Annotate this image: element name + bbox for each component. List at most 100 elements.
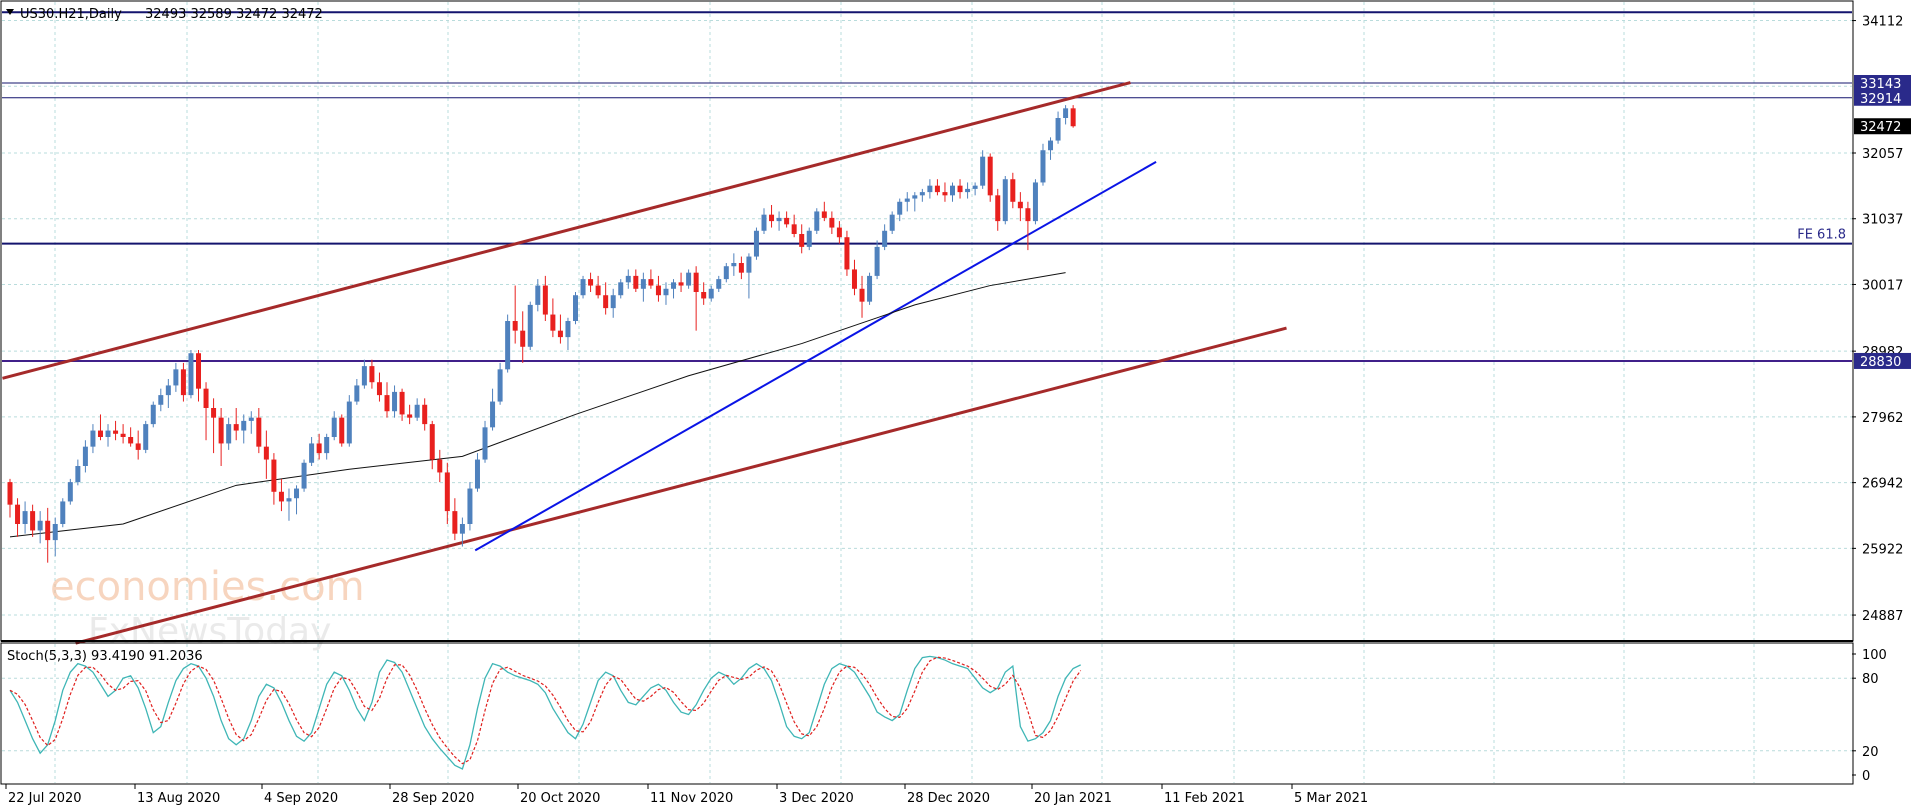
candle-body	[203, 388, 209, 408]
candle-body	[663, 288, 669, 296]
candle-body	[934, 185, 940, 193]
price-label-text: 32914	[1860, 92, 1901, 107]
stoch-tick-label: 80	[1862, 672, 1879, 687]
candle-body	[399, 391, 405, 415]
candle-body	[361, 366, 367, 386]
fe-level-label: FE 61.8	[1797, 228, 1846, 243]
price-label-text: 33143	[1860, 77, 1901, 92]
candle-body	[904, 198, 910, 202]
candle-body	[867, 275, 873, 302]
candle-body	[1048, 140, 1054, 151]
candle-body	[467, 488, 473, 524]
time-tick-label: 11 Nov 2020	[650, 791, 733, 806]
candle-body	[738, 263, 744, 273]
candle-body	[339, 417, 345, 444]
candle-body	[520, 330, 526, 347]
stoch-tick-label: 0	[1862, 769, 1870, 784]
time-tick-label: 11 Feb 2021	[1164, 791, 1245, 806]
candle-body	[701, 292, 707, 299]
candle-body	[309, 443, 315, 463]
candle-body	[565, 321, 571, 338]
candle-body	[497, 369, 503, 402]
candle-body	[655, 285, 661, 296]
time-tick-label: 20 Oct 2020	[520, 791, 600, 806]
candle-body	[995, 195, 1001, 222]
candle-body	[897, 201, 903, 215]
candle-body	[429, 424, 435, 460]
candle-body	[1040, 150, 1046, 183]
candle-body	[919, 192, 925, 196]
candle-body	[135, 443, 141, 450]
candle-body	[490, 401, 496, 428]
candle-body	[618, 282, 624, 296]
price-tick-label: 34112	[1862, 15, 1903, 30]
candle-body	[459, 524, 465, 534]
candle-body	[120, 433, 126, 437]
candle-body	[15, 504, 21, 524]
time-tick-label: 28 Sep 2020	[392, 791, 474, 806]
candle-body	[761, 214, 767, 231]
candle-body	[965, 188, 971, 193]
candle-body	[444, 472, 450, 512]
price-chart[interactable]: economies.com FxNewsToday 34112 32057 3103…	[0, 0, 1916, 807]
candle-body	[241, 420, 247, 431]
stoch-label: Stoch(5,3,3) 93.4190 91.2036	[7, 649, 203, 664]
candle-body	[1032, 182, 1038, 222]
candle-body	[1017, 201, 1023, 209]
time-tick-label: 4 Sep 2020	[264, 791, 338, 806]
candle-body	[256, 417, 262, 447]
candle-body	[1070, 108, 1076, 127]
candle-body	[392, 391, 398, 412]
watermark-text-1: economies.com	[50, 564, 365, 610]
candle-body	[633, 275, 639, 289]
candle-body	[105, 430, 111, 437]
price-tick-label: 24887	[1862, 609, 1903, 624]
candle-body	[173, 369, 179, 386]
candle-body	[505, 321, 511, 370]
candle-body	[791, 224, 797, 234]
chart-header: US30.H21,Daily 32493 32589 32472 32472	[6, 7, 323, 22]
time-tick-label: 20 Jan 2021	[1034, 791, 1112, 806]
time-tick-label: 3 Dec 2020	[779, 791, 854, 806]
candle-body	[301, 462, 307, 489]
price-tick-label: 32057	[1862, 147, 1903, 162]
candle-body	[150, 404, 156, 425]
candle-body	[557, 330, 563, 338]
candle-body	[512, 321, 518, 331]
candle-body	[263, 446, 269, 460]
candle-body	[22, 511, 28, 524]
candle-body	[1055, 118, 1061, 141]
candle-body	[889, 214, 895, 231]
candle-body	[346, 401, 352, 444]
candle-body	[882, 230, 888, 247]
candle-body	[588, 279, 594, 286]
candle-body	[113, 430, 119, 434]
candle-body	[776, 217, 782, 222]
candle-body	[527, 304, 533, 347]
chart-canvas[interactable]: economies.com FxNewsToday 34112320573103…	[0, 0, 1916, 807]
candle-body	[573, 295, 578, 321]
candle-body	[784, 217, 790, 225]
candle-body	[354, 385, 360, 402]
candle-body	[248, 417, 254, 421]
candle-body	[640, 279, 646, 289]
candle-body	[716, 279, 722, 289]
candle-body	[158, 395, 164, 405]
candle-body	[912, 195, 918, 199]
time-tick-label: 5 Mar 2021	[1294, 791, 1368, 806]
candle-body	[829, 217, 835, 228]
stoch-tick-label: 100	[1862, 648, 1887, 663]
stoch-tick-label: 20	[1862, 745, 1879, 760]
price-label-text: 32472	[1860, 120, 1901, 135]
candle-body	[625, 275, 631, 283]
candle-body	[799, 234, 805, 247]
candle-body	[376, 382, 382, 396]
candle-body	[686, 272, 692, 286]
ohlc-values: 32493 32589 32472 32472	[145, 7, 323, 22]
candle-body	[286, 498, 292, 502]
candle-body	[753, 230, 759, 257]
candle-body	[580, 279, 586, 296]
candle-body	[82, 446, 88, 466]
candle-body	[693, 272, 699, 292]
candle-body	[45, 520, 51, 541]
